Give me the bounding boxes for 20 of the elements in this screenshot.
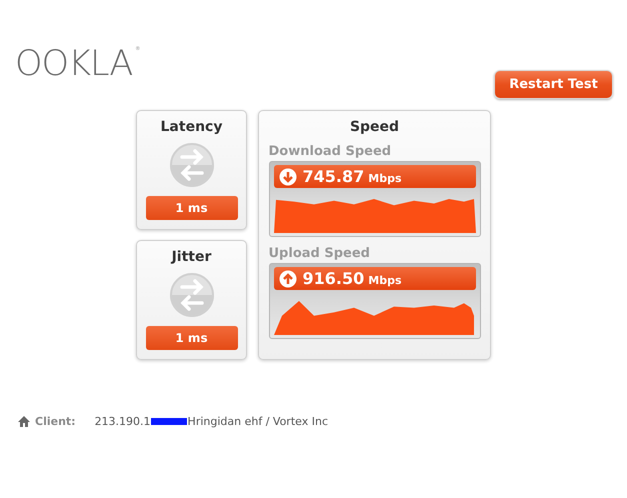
metric-value: 1 ms — [146, 196, 238, 220]
speed-unit: Mbps — [368, 172, 402, 184]
client-provider: Hringidan ehf / Vortex Inc — [188, 415, 328, 428]
redaction-mark — [150, 418, 187, 425]
test-label: Upload Speed — [268, 246, 371, 261]
card-title: Speed — [350, 119, 400, 135]
card-title: Jitter — [172, 249, 212, 265]
restart-test-button[interactable]: Restart Test — [494, 70, 613, 99]
arrows-circle-icon — [168, 142, 214, 188]
arrows-circle-icon — [168, 272, 214, 318]
client-label: Client: — [35, 415, 76, 428]
speed-value: 916.50 — [302, 269, 364, 288]
logo-text: OOKLA — [15, 46, 132, 82]
metric-value: 1 ms — [146, 326, 238, 350]
card-title: Latency — [160, 119, 222, 135]
speed-value: 745.87 — [302, 167, 364, 186]
client-ip: 213.190.1 — [94, 415, 151, 428]
speed-unit: Mbps — [368, 274, 402, 286]
test-label: Download Speed — [268, 144, 392, 159]
home-icon — [18, 416, 30, 427]
